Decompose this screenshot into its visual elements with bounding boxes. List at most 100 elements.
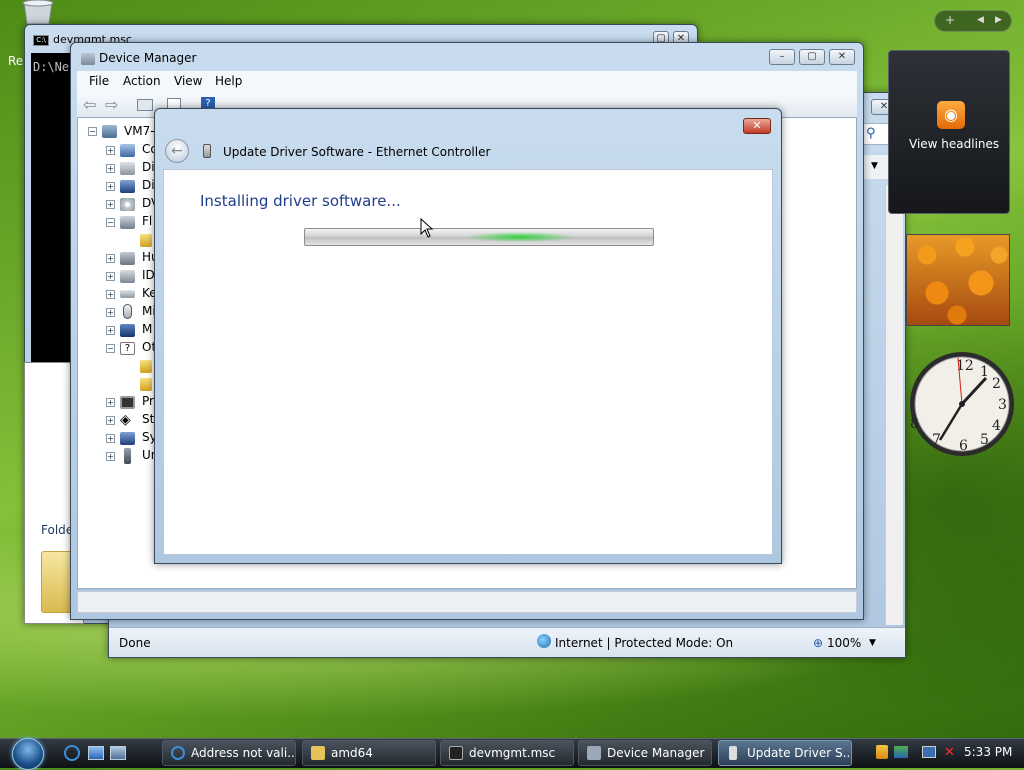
system-devices-icon — [120, 432, 135, 445]
quick-launch-ie-icon[interactable] — [64, 745, 80, 761]
expand-icon[interactable]: + — [106, 146, 115, 155]
expand-icon[interactable]: + — [106, 182, 115, 191]
folders-pane-label[interactable]: Folde — [41, 523, 73, 537]
zoom-dropdown-icon[interactable]: ▼ — [869, 638, 876, 648]
windows-update-icon[interactable] — [894, 746, 908, 758]
menu-help[interactable]: Help — [215, 74, 242, 88]
desktop-icon-label[interactable]: Re — [8, 54, 23, 68]
expand-icon[interactable]: + — [106, 254, 115, 263]
taskbar-button-device-manager[interactable]: Device Manager — [578, 740, 712, 766]
back-button[interactable]: ← — [165, 139, 189, 163]
add-gadget-button[interactable]: + — [945, 13, 955, 27]
tree-item[interactable]: St — [142, 412, 154, 428]
expand-icon[interactable]: + — [106, 200, 115, 209]
expand-icon[interactable]: + — [106, 308, 115, 317]
taskbar-clock[interactable]: 5:33 PM — [964, 745, 1012, 759]
device-manager-icon — [81, 53, 95, 65]
collapse-icon[interactable]: − — [106, 218, 115, 227]
clock-numeral: 8 — [910, 416, 919, 432]
minimize-button[interactable]: – — [769, 49, 795, 65]
expand-icon[interactable]: + — [106, 326, 115, 335]
start-button[interactable] — [8, 738, 52, 770]
show-hide-tree-icon[interactable] — [137, 99, 153, 111]
keyboard-icon — [120, 290, 135, 298]
expand-icon[interactable]: + — [106, 290, 115, 299]
zoom-level[interactable]: 100% — [827, 636, 861, 650]
view-headlines-link[interactable]: View headlines — [909, 137, 999, 151]
taskbar-button-label: Device Manager — [607, 746, 705, 760]
device-manager-icon — [587, 746, 601, 760]
tree-item[interactable]: ID — [142, 268, 155, 284]
cmd-icon — [449, 746, 463, 760]
taskbar-button-label: Update Driver S... — [747, 746, 852, 760]
scrollbar[interactable] — [885, 185, 903, 625]
menu-bar: File Action View Help — [77, 71, 857, 93]
expand-icon[interactable]: + — [106, 164, 115, 173]
switch-windows-icon[interactable] — [110, 746, 126, 760]
tree-item[interactable]: Fl — [142, 214, 152, 230]
expand-icon[interactable]: + — [106, 452, 115, 461]
clock-gadget[interactable]: 12 1 2 3 4 5 6 7 8 — [904, 340, 1014, 466]
prev-page-button[interactable]: ◀ — [977, 15, 984, 25]
network-icon[interactable] — [922, 746, 936, 758]
security-zone-text[interactable]: Internet | Protected Mode: On — [555, 636, 733, 650]
processor-icon — [120, 396, 135, 409]
windows-logo-icon[interactable] — [12, 738, 44, 770]
feed-headlines-gadget[interactable]: ◉ View headlines — [888, 50, 1010, 214]
show-desktop-icon[interactable] — [88, 746, 104, 760]
menu-file[interactable]: File — [89, 74, 109, 88]
tree-root[interactable]: VM7- — [124, 124, 155, 140]
tree-item[interactable]: M — [142, 322, 152, 338]
taskbar-button-label: Address not vali... — [191, 746, 296, 760]
warning-device-icon — [140, 234, 152, 247]
next-page-button[interactable]: ▶ — [995, 15, 1002, 25]
console-output[interactable]: D:\Ne — [31, 53, 75, 375]
monitor-icon — [120, 324, 135, 337]
warning-device-icon[interactable] — [140, 360, 152, 373]
taskbar-button-folder[interactable]: amd64 — [302, 740, 436, 766]
search-icon[interactable]: ⚲ — [866, 126, 876, 141]
recycle-bin-icon[interactable] — [18, 0, 58, 25]
expand-icon[interactable]: + — [106, 416, 115, 425]
expand-icon[interactable]: + — [106, 398, 115, 407]
driver-icon — [729, 746, 737, 760]
taskbar-button-label: devmgmt.msc — [469, 746, 556, 760]
progress-bar — [304, 228, 654, 246]
zoom-icon[interactable]: ⊕ — [813, 636, 823, 650]
taskbar-button-ie[interactable]: Address not vali... — [162, 740, 296, 766]
tree-item[interactable]: Di — [142, 178, 155, 194]
menu-view[interactable]: View — [174, 74, 202, 88]
back-arrow-icon[interactable]: ⇦ — [83, 95, 96, 114]
menu-action[interactable]: Action — [123, 74, 161, 88]
expand-icon[interactable]: + — [106, 272, 115, 281]
dialog-close-button[interactable]: ✕ — [743, 118, 771, 134]
tree-item[interactable]: Pr — [142, 394, 154, 410]
chevron-down-icon[interactable]: ▼ — [871, 161, 878, 171]
taskbar-button-label: amd64 — [331, 746, 373, 760]
expand-icon[interactable]: + — [106, 434, 115, 443]
clock-numeral: 5 — [980, 432, 989, 448]
display-adapter-icon — [120, 180, 135, 193]
clock-numeral: 3 — [998, 397, 1007, 413]
warning-device-icon[interactable] — [140, 378, 152, 391]
rss-icon[interactable]: ◉ — [937, 101, 965, 129]
mouse-icon — [123, 304, 132, 319]
taskbar-button-update-driver[interactable]: Update Driver S... — [718, 740, 852, 766]
tree-item[interactable]: Di — [142, 160, 155, 176]
close-button[interactable]: ✕ — [829, 49, 855, 65]
taskbar-button-cmd[interactable]: devmgmt.msc — [440, 740, 574, 766]
forward-arrow-icon[interactable]: ⇨ — [105, 95, 118, 114]
floppy-controller-icon — [120, 216, 135, 229]
update-driver-dialog[interactable]: ✕ ← Update Driver Software - Ethernet Co… — [154, 108, 782, 564]
slideshow-gadget-image[interactable] — [906, 234, 1010, 326]
volume-muted-icon[interactable]: ✕ — [944, 745, 955, 760]
ide-controller-icon — [120, 270, 135, 283]
maximize-button[interactable]: ▢ — [799, 49, 825, 65]
collapse-icon[interactable]: − — [106, 344, 115, 353]
dialog-content: Installing driver software... — [163, 169, 773, 555]
collapse-icon[interactable]: − — [88, 127, 97, 136]
security-shield-icon[interactable] — [876, 745, 888, 759]
status-text: Done — [119, 636, 151, 650]
clock-numeral: 4 — [992, 418, 1001, 434]
computer-icon — [120, 144, 135, 157]
